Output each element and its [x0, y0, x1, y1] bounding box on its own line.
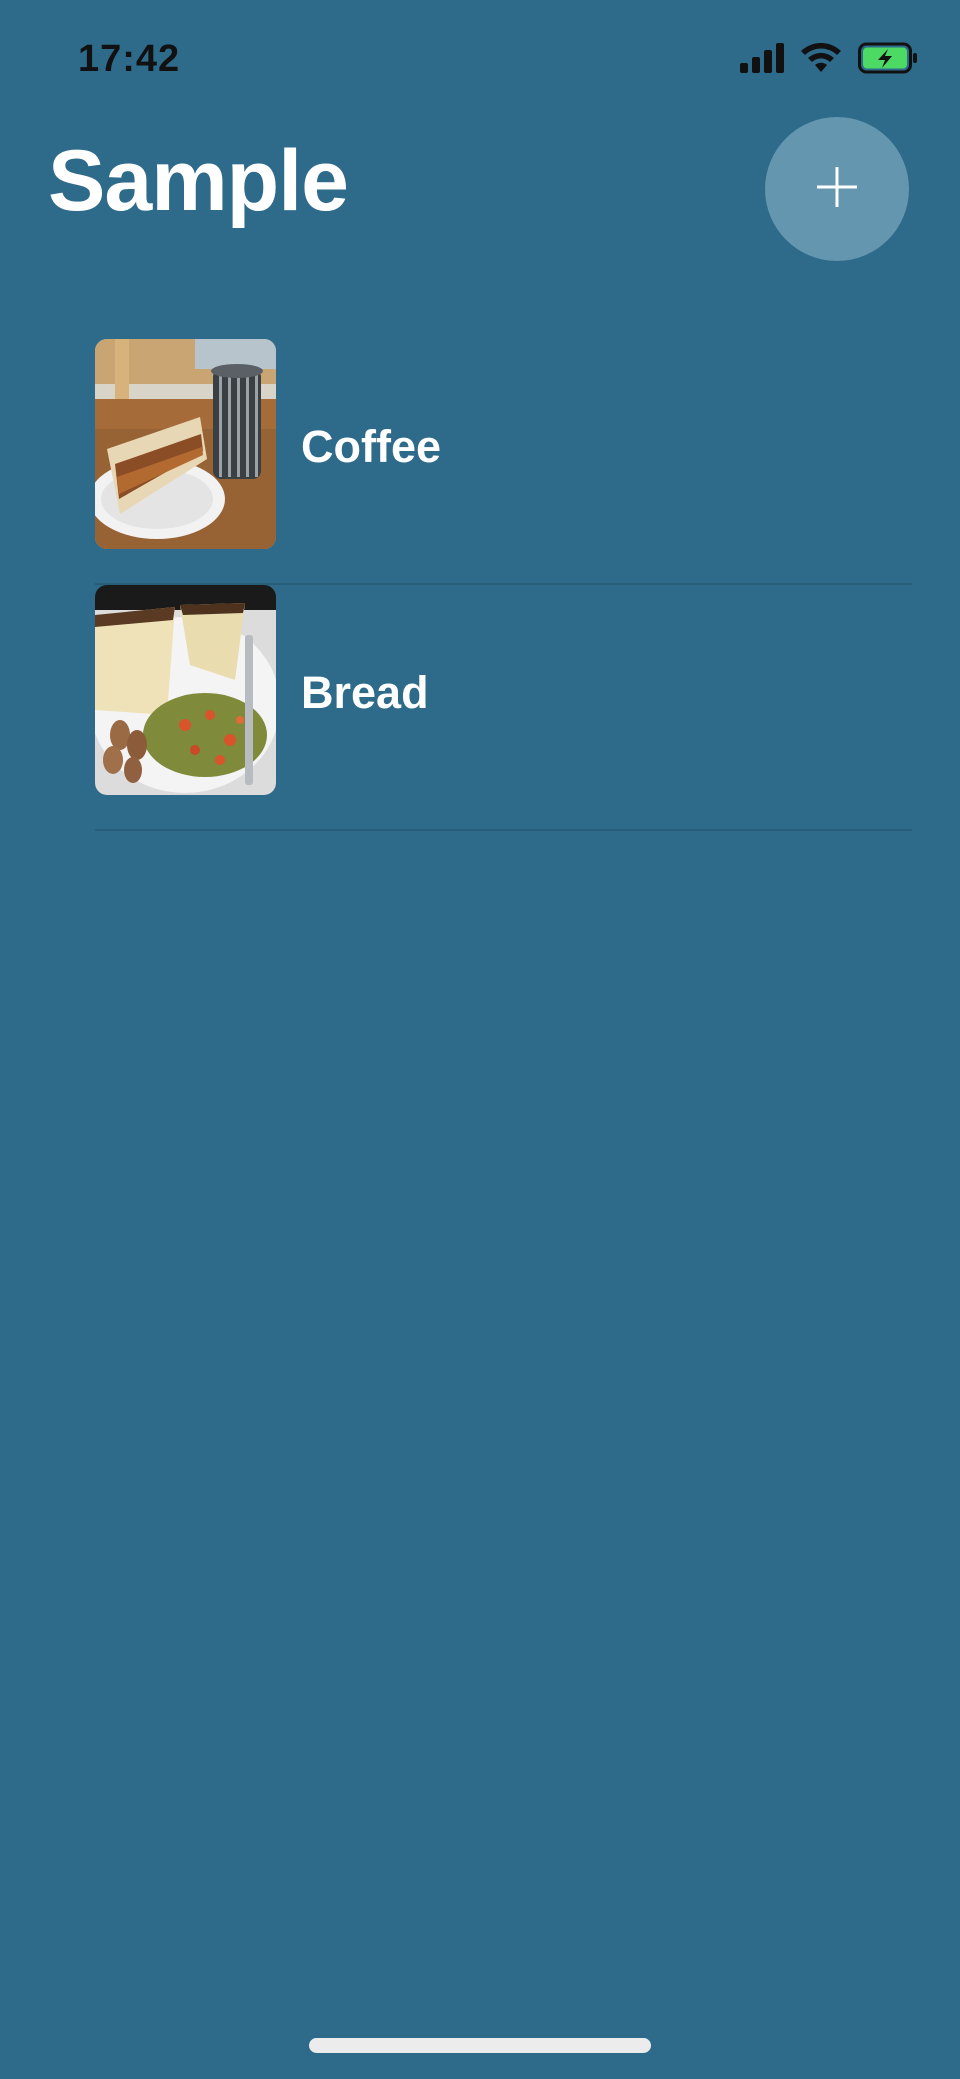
- plus-icon: [815, 165, 859, 214]
- status-bar: 17:42: [0, 0, 960, 120]
- sandwich-and-coffee-photo: [95, 339, 276, 549]
- item-label: Bread: [301, 667, 429, 718]
- bread-and-salad-photo: [95, 585, 276, 795]
- page-title: Sample: [48, 133, 349, 229]
- list-item[interactable]: Bread: [95, 585, 912, 831]
- home-indicator[interactable]: [309, 2038, 651, 2053]
- add-button[interactable]: [765, 117, 909, 261]
- status-time: 17:42: [78, 38, 181, 80]
- status-icons: [740, 42, 918, 79]
- item-list: Coffee Bread: [95, 339, 912, 831]
- battery-charging-icon: [858, 42, 918, 79]
- cellular-signal-icon: [740, 43, 784, 78]
- item-label: Coffee: [301, 421, 442, 472]
- wifi-icon: [800, 42, 842, 79]
- list-item[interactable]: Coffee: [95, 339, 912, 585]
